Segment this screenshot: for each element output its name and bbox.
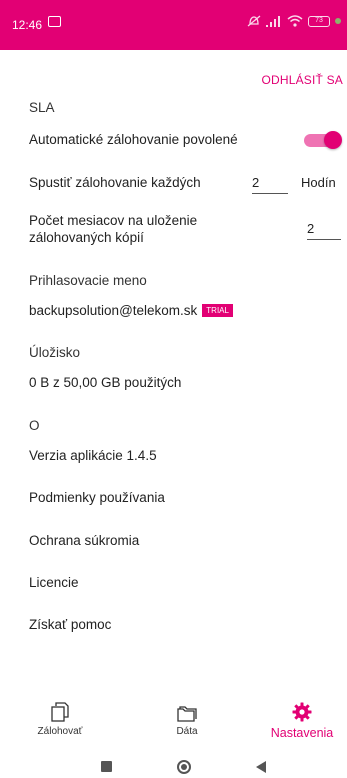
backup-icon bbox=[51, 702, 69, 722]
logout-button[interactable]: ODHLÁSIŤ SA bbox=[261, 73, 343, 87]
back-icon[interactable] bbox=[256, 761, 266, 773]
login-section-title: Prihlasovacie meno bbox=[29, 273, 147, 288]
months-label-line1: Počet mesiacov na uloženie bbox=[29, 213, 198, 228]
gear-icon bbox=[292, 702, 312, 722]
nav-item-backup[interactable]: Zálohovať bbox=[20, 700, 100, 737]
storage-usage: 0 B z 50,00 GB použitých bbox=[29, 375, 182, 390]
battery-icon: 73 bbox=[308, 15, 330, 27]
nav-label-data: Dáta bbox=[176, 726, 198, 737]
signal-icon bbox=[266, 16, 280, 27]
help-link[interactable]: Získať pomoc bbox=[29, 617, 111, 632]
sla-section-title: SLA bbox=[29, 100, 55, 115]
about-section-title: O bbox=[29, 418, 40, 433]
storage-section-title: Úložisko bbox=[29, 345, 81, 360]
months-label-line2: zálohovaných kópií bbox=[29, 230, 144, 245]
privacy-link[interactable]: Ochrana súkromia bbox=[29, 533, 139, 548]
licenses-link[interactable]: Licencie bbox=[29, 575, 79, 590]
auto-backup-toggle[interactable] bbox=[304, 131, 342, 149]
run-every-unit-select[interactable]: Hodín bbox=[301, 175, 336, 190]
nav-label-settings: Nastavenia bbox=[270, 726, 334, 740]
username-row: backupsolution@telekom.sk TRIAL bbox=[29, 303, 233, 318]
screen-icon bbox=[48, 16, 61, 27]
status-icons: 73 bbox=[247, 15, 341, 27]
trial-badge: TRIAL bbox=[202, 304, 233, 317]
home-icon[interactable] bbox=[177, 760, 191, 774]
mute-icon bbox=[247, 15, 261, 27]
auto-backup-label: Automatické zálohovanie povolené bbox=[29, 132, 238, 147]
status-bar: 12:46 73 bbox=[0, 0, 347, 50]
nav-label-backup: Zálohovať bbox=[37, 726, 83, 737]
username-value: backupsolution@telekom.sk bbox=[29, 303, 198, 318]
terms-link[interactable]: Podmienky používania bbox=[29, 490, 165, 505]
bottom-nav: Zálohovať Dáta Nastavenia bbox=[0, 700, 347, 750]
app-version: Verzia aplikácie 1.4.5 bbox=[29, 448, 157, 463]
run-every-input[interactable]: 2 bbox=[252, 175, 288, 194]
folder-icon bbox=[177, 706, 197, 722]
toggle-knob bbox=[324, 131, 342, 149]
status-dot bbox=[335, 18, 341, 24]
months-input[interactable]: 2 bbox=[307, 221, 341, 240]
recents-icon[interactable] bbox=[101, 761, 112, 772]
run-every-label: Spustiť zálohovanie každých bbox=[29, 175, 201, 190]
nav-item-data[interactable]: Dáta bbox=[147, 700, 227, 737]
system-nav-bar bbox=[0, 752, 347, 778]
wifi-icon bbox=[287, 15, 303, 27]
status-time: 12:46 bbox=[12, 18, 43, 32]
nav-item-settings[interactable]: Nastavenia bbox=[262, 700, 342, 740]
